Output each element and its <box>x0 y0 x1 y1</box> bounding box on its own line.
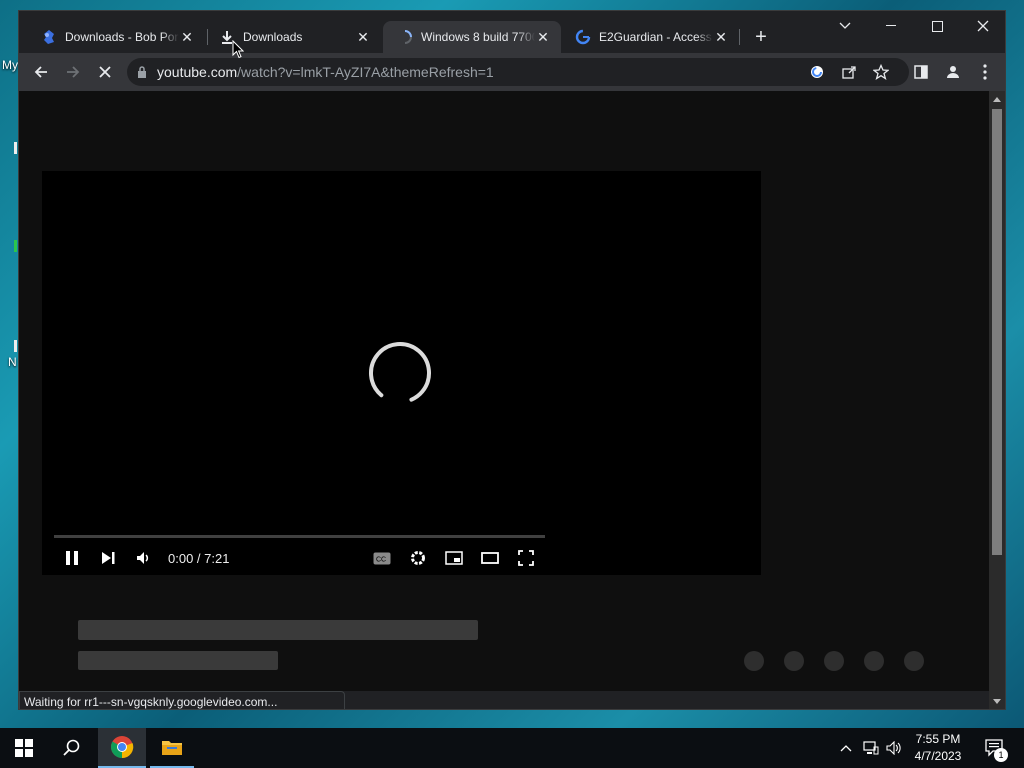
theater-mode-button[interactable] <box>478 546 502 570</box>
network-icon[interactable] <box>860 728 882 768</box>
tab-divider <box>739 29 740 45</box>
close-icon[interactable]: ✕ <box>179 29 195 45</box>
svg-text:CC: CC <box>376 556 386 563</box>
windows-logo-icon <box>15 739 33 757</box>
tab-title: Downloads - Bob Porter <box>65 30 179 44</box>
show-hidden-icons-button[interactable] <box>836 728 856 768</box>
start-button[interactable] <box>0 728 48 768</box>
action-skeleton <box>784 651 804 671</box>
action-skeleton <box>904 651 924 671</box>
blue-puzzle-icon <box>41 29 57 45</box>
close-icon[interactable]: ✕ <box>713 29 729 45</box>
google-g-icon <box>575 29 591 45</box>
next-video-button[interactable] <box>96 546 120 570</box>
scroll-down-arrow[interactable] <box>993 699 1001 704</box>
desktop-icon-label-my[interactable]: My <box>2 58 18 72</box>
chrome-icon <box>111 736 134 759</box>
tab-downloads-bob[interactable]: Downloads - Bob Porter ✕ <box>27 21 205 53</box>
desktop-icon-fragment <box>14 240 17 252</box>
notification-count-badge: 1 <box>994 748 1008 762</box>
page-content: 0:00 / 7:21 CC <box>19 91 989 691</box>
scroll-thumb[interactable] <box>992 109 1002 555</box>
tab-title: Downloads <box>243 30 303 44</box>
taskbar-file-explorer[interactable] <box>150 728 194 768</box>
fullscreen-button[interactable] <box>514 546 538 570</box>
miniplayer-button[interactable] <box>442 546 466 570</box>
taskbar: 7:55 PM 4/7/2023 1 <box>0 728 1024 768</box>
menu-kebab-icon[interactable] <box>971 58 999 86</box>
desktop-icon-label-n[interactable]: N <box>8 355 17 369</box>
notification-center-button[interactable]: 1 <box>978 728 1012 768</box>
forward-button[interactable] <box>59 58 87 86</box>
loading-spinner-icon <box>369 342 431 404</box>
url-path: /watch?v=lmkT-AyZI7A&themeRefresh=1 <box>237 64 494 80</box>
maximize-button[interactable] <box>914 11 960 41</box>
google-lens-icon[interactable] <box>803 58 831 86</box>
action-skeleton <box>824 651 844 671</box>
loading-spinner-icon <box>397 29 413 45</box>
tab-windows8-build[interactable]: Windows 8 build 7700 ✕ <box>383 21 561 53</box>
url-host: youtube.com <box>157 64 238 80</box>
settings-gear-icon[interactable] <box>406 546 430 570</box>
captions-button[interactable]: CC <box>370 546 394 570</box>
subtitle-skeleton <box>78 651 278 670</box>
stop-loading-button[interactable] <box>91 58 119 86</box>
close-icon[interactable]: ✕ <box>535 29 551 45</box>
time-display: 0:00 / 7:21 <box>168 551 230 566</box>
scroll-up-arrow[interactable] <box>993 97 1001 102</box>
folder-icon <box>162 741 182 755</box>
search-button[interactable] <box>48 728 96 768</box>
new-tab-button[interactable]: + <box>749 25 773 49</box>
desktop-icon-fragment <box>14 340 17 352</box>
status-bubble: Waiting for rr1---sn-vgqsknly.googlevide… <box>19 691 345 709</box>
vertical-scrollbar[interactable] <box>989 91 1005 709</box>
action-skeleton <box>864 651 884 671</box>
bookmark-star-icon[interactable] <box>867 58 895 86</box>
tab-title: Windows 8 build 7700 <box>421 30 535 44</box>
taskbar-clock[interactable]: 7:55 PM 4/7/2023 <box>905 731 971 765</box>
browser-window: Downloads - Bob Porter ✕ Downloads ✕ Win… <box>18 10 1006 710</box>
desktop-icon-fragment <box>14 142 17 154</box>
search-icon <box>63 739 80 756</box>
tab-title: E2Guardian - Access Denied <box>599 30 713 44</box>
taskbar-chrome[interactable] <box>98 728 146 768</box>
video-player[interactable]: 0:00 / 7:21 CC <box>42 171 761 575</box>
tab-strip: Downloads - Bob Porter ✕ Downloads ✕ Win… <box>19 11 1005 53</box>
pause-button[interactable] <box>60 546 84 570</box>
share-icon[interactable] <box>835 58 863 86</box>
clock-time: 7:55 PM <box>915 732 961 746</box>
address-bar[interactable]: youtube.com/watch?v=lmkT-AyZI7A&themeRef… <box>127 58 909 86</box>
video-progress-bar[interactable] <box>54 535 545 538</box>
close-window-button[interactable] <box>960 11 1005 41</box>
player-controls: 0:00 / 7:21 CC <box>42 543 761 573</box>
browser-toolbar: youtube.com/watch?v=lmkT-AyZI7A&themeRef… <box>19 53 1005 91</box>
action-skeleton <box>744 651 764 671</box>
chevron-up-icon <box>840 745 852 752</box>
lock-icon[interactable] <box>127 66 157 78</box>
volume-icon[interactable] <box>884 728 904 768</box>
profile-icon[interactable] <box>939 58 967 86</box>
tab-e2guardian[interactable]: E2Guardian - Access Denied ✕ <box>561 21 739 53</box>
side-panel-icon[interactable] <box>907 58 935 86</box>
tab-search-button[interactable] <box>822 11 868 41</box>
minimize-button[interactable] <box>868 11 914 41</box>
volume-icon[interactable] <box>132 546 156 570</box>
close-icon[interactable]: ✕ <box>355 29 371 45</box>
back-button[interactable] <box>27 58 55 86</box>
mouse-cursor-icon <box>232 40 244 59</box>
clock-date: 4/7/2023 <box>914 749 962 763</box>
title-skeleton <box>78 620 478 640</box>
